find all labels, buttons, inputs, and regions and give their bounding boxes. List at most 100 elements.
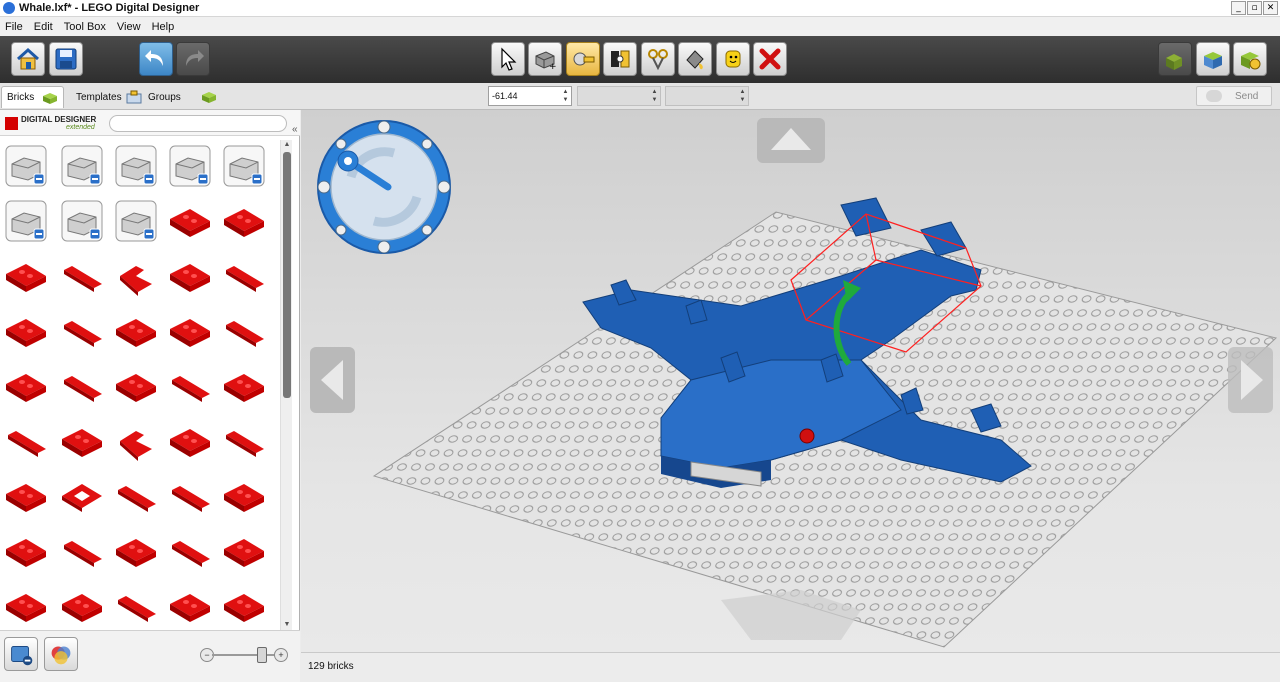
palette-brick[interactable] (4, 584, 48, 628)
palette-brick[interactable] (60, 419, 104, 463)
scroll-down-icon[interactable]: ▼ (281, 620, 293, 630)
scroll-up-icon[interactable]: ▲ (281, 140, 293, 150)
tab-bricks[interactable]: Bricks (1, 86, 65, 108)
palette-brick[interactable] (4, 309, 48, 353)
palette-brick[interactable] (222, 584, 266, 628)
menu-help[interactable]: Help (152, 21, 175, 33)
palette-brick[interactable] (222, 419, 266, 463)
palette-brick[interactable] (222, 364, 266, 408)
palette-brick[interactable] (60, 584, 104, 628)
palette-search-input[interactable] (109, 115, 287, 132)
palette-brick[interactable] (114, 529, 158, 573)
delete-tool-button[interactable] (753, 42, 787, 76)
pan-left-button[interactable] (310, 347, 355, 413)
palette-brick[interactable] (114, 254, 158, 298)
home-button[interactable] (11, 42, 45, 76)
palette-brick[interactable] (168, 199, 212, 243)
flex-tool-button[interactable] (603, 42, 637, 76)
palette-brick[interactable] (114, 584, 158, 628)
palette-brick[interactable] (60, 474, 104, 518)
palette-brick[interactable] (168, 364, 212, 408)
palette-brick[interactable] (4, 144, 48, 188)
palette-brick[interactable] (60, 199, 104, 243)
building-guide-button[interactable] (1233, 42, 1267, 76)
view-mode-button[interactable] (1196, 42, 1230, 76)
zoom-thumb[interactable] (256, 647, 267, 663)
save-button[interactable] (49, 42, 83, 76)
menu-toolbox[interactable]: Tool Box (64, 21, 106, 33)
palette-brick[interactable] (168, 419, 212, 463)
palette-brick[interactable] (222, 309, 266, 353)
palette-brick[interactable] (60, 254, 104, 298)
palette-brick[interactable] (4, 474, 48, 518)
redo-button[interactable] (176, 42, 210, 76)
clone-tool-button[interactable]: + (528, 42, 562, 76)
camera-control[interactable] (317, 120, 451, 254)
rotation-angle-value: -61.44 (492, 91, 518, 101)
tab-groups[interactable]: Groups (143, 86, 222, 108)
spin-arrows-icon[interactable]: ▲ ▼ (561, 88, 570, 104)
palette-brick[interactable] (222, 144, 266, 188)
palette-brick[interactable] (114, 309, 158, 353)
tab-templates[interactable]: Templates (71, 86, 147, 108)
scroll-thumb[interactable] (283, 152, 291, 398)
status-bar: 129 bricks (301, 652, 1280, 682)
collapse-palette-icon[interactable]: « (292, 124, 298, 135)
palette-brick[interactable] (114, 199, 158, 243)
menu-file[interactable]: File (5, 21, 23, 33)
close-button[interactable]: ✕ (1263, 1, 1278, 15)
rotation-angle-input[interactable]: -61.44 ▲ ▼ (488, 86, 572, 106)
palette-brick[interactable] (60, 364, 104, 408)
svg-text:+: + (549, 62, 557, 72)
send-icon (1206, 90, 1222, 102)
palette-brick[interactable] (168, 584, 212, 628)
palette-brick[interactable] (60, 309, 104, 353)
logo-title: DIGITAL DESIGNER (21, 115, 97, 124)
pan-up-button[interactable] (757, 118, 825, 163)
palette-brick[interactable] (4, 419, 48, 463)
palette-scrollbar[interactable]: ▲ ▼ (280, 140, 292, 630)
logo-subtitle: extended (66, 124, 95, 131)
send-label: Send (1235, 91, 1259, 102)
axis-input-disabled: ▲ ▼ (577, 86, 661, 106)
palette-brick[interactable] (222, 474, 266, 518)
zoom-in-icon[interactable]: + (274, 648, 288, 662)
hinge-tool-button[interactable] (566, 42, 600, 76)
build-mode-button[interactable] (1158, 42, 1192, 76)
align-tool-button[interactable] (641, 42, 675, 76)
build-viewport[interactable] (301, 110, 1280, 652)
select-tool-button[interactable] (491, 42, 525, 76)
palette-brick[interactable] (222, 254, 266, 298)
palette-brick[interactable] (60, 529, 104, 573)
palette-brick[interactable] (114, 144, 158, 188)
paint-tool-button[interactable] (678, 42, 712, 76)
color-filter-button[interactable] (44, 637, 78, 671)
hide-palette-button[interactable] (4, 637, 38, 671)
restore-button[interactable]: ▫ (1247, 1, 1262, 15)
decorate-tool-button[interactable] (716, 42, 750, 76)
palette-brick[interactable] (4, 529, 48, 573)
palette-brick[interactable] (168, 254, 212, 298)
palette-brick[interactable] (60, 144, 104, 188)
palette-brick[interactable] (168, 309, 212, 353)
palette-brick[interactable] (114, 419, 158, 463)
palette-brick[interactable] (114, 364, 158, 408)
scene-canvas[interactable] (301, 110, 1280, 652)
menu-edit[interactable]: Edit (34, 21, 53, 33)
minimize-button[interactable]: _ (1231, 1, 1246, 15)
palette-brick[interactable] (114, 474, 158, 518)
undo-button[interactable] (139, 42, 173, 76)
pan-right-button[interactable] (1228, 347, 1273, 413)
palette-brick[interactable] (222, 529, 266, 573)
palette-brick[interactable] (4, 364, 48, 408)
palette-brick[interactable] (4, 254, 48, 298)
palette-view-icon (11, 646, 33, 666)
palette-brick[interactable] (168, 529, 212, 573)
palette-brick[interactable] (168, 144, 212, 188)
palette-brick[interactable] (222, 199, 266, 243)
palette-brick[interactable] (4, 199, 48, 243)
menu-view[interactable]: View (117, 21, 141, 33)
palette-zoom-slider[interactable]: − + (200, 647, 288, 663)
app-icon (3, 2, 15, 14)
palette-brick[interactable] (168, 474, 212, 518)
